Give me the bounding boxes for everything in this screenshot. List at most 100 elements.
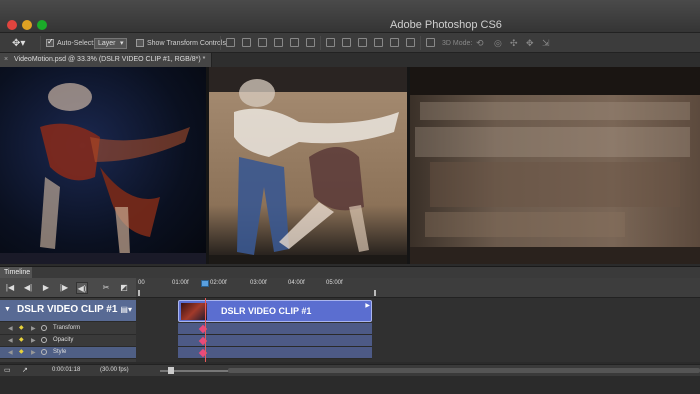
align-top-icon[interactable]: [226, 38, 235, 47]
timeline-scrollbar[interactable]: [228, 368, 700, 373]
convert-icon[interactable]: ↗: [22, 366, 28, 374]
property-label: Opacity: [53, 337, 74, 343]
zoom-window-button[interactable]: [37, 20, 47, 30]
property-row-transform[interactable]: ◀ ◆ ▶ Transform: [0, 323, 136, 335]
auto-select-label: Auto-Select:: [57, 39, 96, 47]
distribute-vcenter-icon[interactable]: [342, 38, 351, 47]
ruler-tick: 03:00f: [250, 280, 267, 286]
divider: [420, 36, 421, 50]
document-tab-bar: × VideoMotion.psd @ 33.3% (DSLR VIDEO CL…: [0, 53, 700, 67]
next-frame-icon[interactable]: |▶: [58, 282, 70, 294]
show-transform-checkbox[interactable]: [136, 39, 144, 47]
previous-frame-icon[interactable]: ◀|: [22, 282, 34, 294]
current-time: 0:00:01:18: [52, 367, 81, 373]
keyframe-icon[interactable]: ◆: [19, 348, 24, 355]
track-area[interactable]: DSLR VIDEO CLIP #1 ▶: [136, 298, 700, 362]
video-frame-3: [410, 67, 700, 264]
split-scissors-icon[interactable]: ✂: [100, 282, 112, 294]
options-bar: ✥▾ Auto-Select: Layer Show Transform Con…: [0, 33, 700, 53]
close-icon[interactable]: ×: [4, 56, 8, 63]
pan-3d-icon[interactable]: ✣: [510, 36, 518, 50]
previous-keyframe-icon[interactable]: ◀: [8, 337, 13, 344]
bottom-strip: [0, 376, 700, 394]
opacity-track[interactable]: [178, 335, 372, 347]
distribute-top-icon[interactable]: [326, 38, 335, 47]
stopwatch-icon[interactable]: [41, 325, 47, 331]
collapse-track-icon[interactable]: ▼: [4, 306, 11, 313]
auto-align-icon[interactable]: [426, 38, 435, 47]
app-title: Adobe Photoshop CS6: [390, 19, 502, 31]
minimize-window-button[interactable]: [22, 20, 32, 30]
work-area-end-handle[interactable]: [374, 290, 376, 296]
render-icon[interactable]: ▭: [4, 366, 11, 374]
ruler-tick: 01:00f: [172, 280, 189, 286]
roll-3d-icon[interactable]: ◎: [494, 36, 502, 50]
divider: [40, 36, 41, 50]
distribute-bottom-icon[interactable]: [358, 38, 367, 47]
divider: [320, 36, 321, 50]
video-frame-2: [209, 67, 407, 264]
clip-thumbnail: [181, 303, 207, 320]
distribute-right-icon[interactable]: [406, 38, 415, 47]
next-keyframe-icon[interactable]: ▶: [31, 337, 36, 344]
previous-keyframe-icon[interactable]: ◀: [8, 349, 13, 356]
next-keyframe-icon[interactable]: ▶: [31, 349, 36, 356]
close-window-button[interactable]: [7, 20, 17, 30]
work-area-start-handle[interactable]: [138, 290, 140, 296]
slide-3d-icon[interactable]: ✥: [526, 36, 534, 50]
align-vcenter-icon[interactable]: [242, 38, 251, 47]
align-bottom-icon[interactable]: [258, 38, 267, 47]
audio-icon[interactable]: ◀): [76, 282, 88, 294]
video-frame-1: [0, 67, 206, 264]
auto-select-dropdown[interactable]: Layer: [94, 36, 127, 50]
timeline-controls: |◀ ◀| ▶ |▶ ◀) ✂ ◩: [0, 278, 136, 298]
clip-end-handle[interactable]: ▶: [365, 302, 370, 309]
previous-keyframe-icon[interactable]: ◀: [8, 325, 13, 332]
playhead-handle[interactable]: [201, 280, 209, 287]
property-label: Transform: [53, 325, 81, 331]
transition-icon[interactable]: ◩: [118, 282, 130, 294]
zoom-slider-knob[interactable]: [168, 367, 174, 374]
ruler-tick: 00: [138, 280, 145, 286]
track-menu-icon[interactable]: ▤▾: [120, 305, 132, 314]
keyframe-icon[interactable]: ◆: [19, 336, 24, 343]
document-tab-title: VideoMotion.psd @ 33.3% (DSLR VIDEO CLIP…: [14, 56, 206, 63]
timeline-ruler[interactable]: 00 01:00f 02:00f 03:00f 04:00f 05:00f: [136, 278, 700, 298]
next-keyframe-icon[interactable]: ▶: [31, 325, 36, 332]
rotate-3d-icon[interactable]: ⟲: [476, 36, 484, 50]
align-right-icon[interactable]: [306, 38, 315, 47]
property-label: Style: [53, 349, 67, 355]
keyframe-icon[interactable]: ◆: [19, 324, 24, 331]
document-tab[interactable]: × VideoMotion.psd @ 33.3% (DSLR VIDEO CL…: [0, 53, 212, 67]
dancers-image-1: [0, 83, 206, 264]
show-transform-control: Show Transform Controls: [136, 36, 226, 50]
property-row-opacity[interactable]: ◀ ◆ ▶ Opacity: [0, 335, 136, 347]
document-canvas[interactable]: [0, 67, 700, 264]
distribute-left-icon[interactable]: [374, 38, 383, 47]
stopwatch-icon[interactable]: [41, 349, 47, 355]
style-track[interactable]: [178, 347, 372, 359]
align-hcenter-icon[interactable]: [290, 38, 299, 47]
mode-3d-label: 3D Mode:: [442, 39, 473, 47]
auto-select-value[interactable]: Layer: [94, 37, 127, 49]
scale-3d-icon[interactable]: ⇲: [542, 36, 550, 50]
timeline-status-bar: ▭ ↗ 0:00:01:18 (30.00 fps): [0, 364, 700, 376]
move-tool-icon[interactable]: ✥▾: [12, 36, 25, 50]
play-icon[interactable]: ▶: [40, 282, 52, 294]
divider: [220, 36, 221, 50]
transform-track[interactable]: [178, 323, 372, 335]
ruler-tick: 04:00f: [288, 280, 305, 286]
stopwatch-icon[interactable]: [41, 337, 47, 343]
align-left-icon[interactable]: [274, 38, 283, 47]
auto-select-checkbox[interactable]: [46, 37, 54, 47]
track-headers: ▼ DSLR VIDEO CLIP #1 ▤▾ ◀ ◆ ▶ Transform …: [0, 298, 136, 362]
distribute-hcenter-icon[interactable]: [390, 38, 399, 47]
video-clip[interactable]: DSLR VIDEO CLIP #1 ▶: [178, 300, 372, 322]
ruler-tick: 02:00f: [210, 280, 227, 286]
video-track-header[interactable]: ▼ DSLR VIDEO CLIP #1 ▤▾: [0, 300, 136, 322]
track-name: DSLR VIDEO CLIP #1: [17, 304, 118, 315]
property-row-style[interactable]: ◀ ◆ ▶ Style: [0, 347, 136, 359]
playhead-line[interactable]: [205, 298, 206, 362]
title-bar: Adobe Photoshop CS6: [0, 0, 700, 33]
go-to-first-frame-icon[interactable]: |◀: [4, 282, 16, 294]
